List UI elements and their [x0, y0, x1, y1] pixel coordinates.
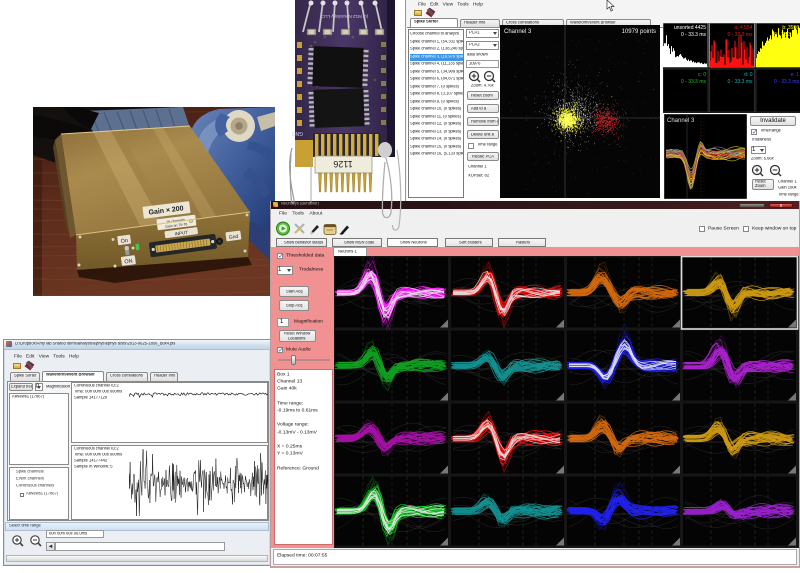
svg-text:0 - 33.3 ms: 0 - 33.3 ms [727, 79, 753, 85]
svg-text:0 - 33.3 ms: 0 - 33.3 ms [774, 79, 800, 85]
svg-text:(c) M12 Neurology LLC: (c) M12 Neurology LLC [321, 14, 368, 19]
svg-text:1126: 1126 [333, 159, 352, 169]
svg-text:e: 1: e: 1 [791, 72, 800, 78]
svg-text:0 - 33.3 ms: 0 - 33.3 ms [727, 32, 753, 38]
svg-text:Channel 3: Channel 3 [504, 29, 532, 35]
svg-text:Gnd: Gnd [229, 234, 239, 241]
svg-text:0 - 33.3 ms: 0 - 33.3 ms [681, 79, 707, 85]
svg-text:Channel 3: Channel 3 [667, 118, 695, 124]
svg-text:a: 4,554: a: 4,554 [734, 25, 752, 31]
svg-text:c: 0: c: 0 [698, 72, 706, 78]
svg-text:0 - 33.3 ms: 0 - 33.3 ms [774, 32, 800, 38]
svg-text:d: 0: d: 0 [744, 72, 753, 78]
svg-text:GND: GND [292, 130, 304, 136]
svg-text:On: On [120, 238, 128, 245]
svg-text:10979 points: 10979 points [622, 29, 656, 35]
svg-text:ON: ON [124, 259, 133, 266]
svg-text:unsorted 4425: unsorted 4425 [674, 25, 706, 31]
svg-text:b: 3596: b: 3596 [782, 25, 799, 31]
svg-text:0 - 33.3 ms: 0 - 33.3 ms [681, 32, 707, 38]
